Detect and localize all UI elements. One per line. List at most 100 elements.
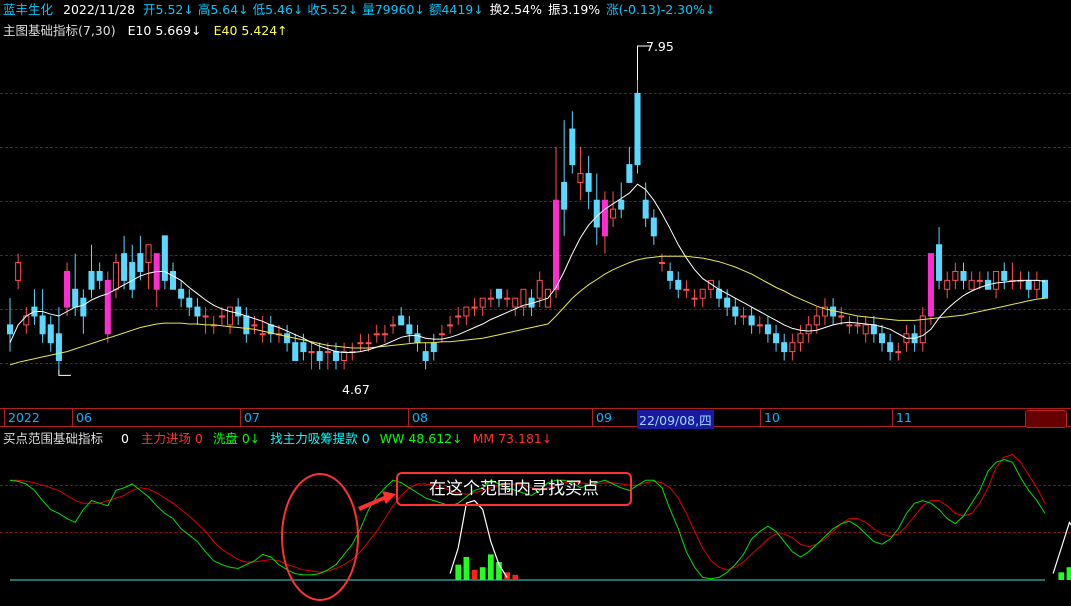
candle-body [96, 270, 103, 281]
candle-body [846, 324, 853, 327]
candle-body [55, 333, 62, 361]
candle-body [178, 288, 185, 299]
candle-body [895, 351, 902, 354]
candle-body [251, 324, 258, 327]
candle-body [552, 199, 560, 290]
candle-body [161, 235, 168, 281]
annotation-callout: 在这个范围内寻找买点 [396, 472, 632, 506]
candle-body [699, 288, 706, 299]
candle-body [471, 306, 478, 309]
candle-body [186, 297, 193, 308]
candle-body [968, 279, 975, 290]
annotation-arrow [358, 491, 396, 511]
candle-body [479, 297, 486, 308]
candle-body [960, 270, 967, 281]
candle-body [740, 315, 747, 318]
candle-body [1033, 279, 1040, 290]
candle-body [1025, 279, 1032, 290]
annotation-ellipse [281, 473, 359, 601]
candle-body [243, 315, 250, 335]
candle-body [308, 351, 315, 354]
trough-leader [58, 369, 71, 376]
candle-body [577, 173, 584, 183]
candle-body [952, 270, 959, 281]
candle-body [642, 199, 649, 219]
candle-body [398, 315, 405, 326]
signal-bar [512, 574, 519, 580]
trough-price-label: 4.67 [342, 382, 370, 397]
candle-body [805, 324, 812, 335]
candle-body [789, 342, 796, 353]
candle-body [145, 244, 152, 264]
candle-body [976, 279, 983, 282]
signal-bar [471, 569, 478, 580]
candle-body [813, 315, 820, 326]
candle-body [658, 262, 665, 265]
signal-bar [455, 564, 462, 580]
candle-body [422, 351, 429, 361]
candle-body [691, 297, 698, 300]
stock-chart-window: 蓝丰生化 2022/11/28 开5.52↓ 高5.64↓ 低5.46↓ 收5.… [0, 0, 1071, 606]
candle-body [259, 333, 266, 336]
candle-body [137, 253, 144, 272]
candle-body [536, 279, 543, 299]
candle-body [235, 306, 242, 317]
candle-body [381, 333, 388, 336]
signal-bar [487, 554, 494, 580]
candle-body [993, 270, 1000, 290]
candle-body [667, 270, 674, 281]
candle-body [797, 333, 804, 344]
candle-body [324, 351, 331, 354]
candle-body [487, 297, 494, 300]
candle-body [316, 351, 323, 361]
candle-body [748, 315, 755, 326]
candle-body [88, 270, 95, 290]
candle-body [227, 306, 234, 326]
candle-body [927, 253, 934, 317]
candle-body [634, 92, 641, 166]
signal-bar [463, 556, 470, 580]
signal-bar [1058, 572, 1065, 580]
candle-body [47, 324, 54, 344]
candle-body [838, 315, 845, 318]
candle-body [887, 342, 894, 353]
signal-bar [1066, 567, 1071, 580]
candle-body [585, 173, 592, 192]
candle-body [15, 262, 22, 281]
chart-canvas [6, 45, 1071, 601]
candle-body [756, 324, 763, 327]
candle-body [1041, 279, 1049, 299]
candle-body [292, 342, 299, 361]
candle-body [6, 324, 14, 335]
candle-body [601, 199, 608, 237]
candle-body [512, 297, 519, 308]
candle-body [773, 333, 780, 344]
candle-body [390, 324, 397, 327]
candle-body [504, 297, 511, 300]
candle-body [218, 315, 225, 318]
candle-body [683, 288, 690, 291]
candle-body [618, 199, 625, 210]
candle-body [732, 306, 739, 317]
candle-body [495, 288, 503, 299]
candle-body [878, 333, 886, 344]
candle-body [455, 315, 462, 318]
candle-body [626, 164, 633, 183]
candle-body [724, 297, 731, 308]
candle-body [39, 315, 46, 335]
candle-body [936, 244, 943, 281]
candle-body [650, 217, 657, 237]
candle-body [129, 262, 136, 290]
candle-body [675, 279, 682, 290]
candle-body [870, 324, 877, 335]
signal-bar [479, 567, 486, 580]
candle-body [194, 306, 201, 317]
candle-body [438, 333, 445, 336]
candle-body [357, 342, 364, 345]
candle-body [72, 288, 79, 308]
candle-body [854, 324, 861, 327]
candle-body [121, 253, 128, 281]
candle-body [365, 342, 372, 345]
candle-body [447, 324, 454, 327]
peak-price-label: 7.95 [646, 39, 674, 54]
